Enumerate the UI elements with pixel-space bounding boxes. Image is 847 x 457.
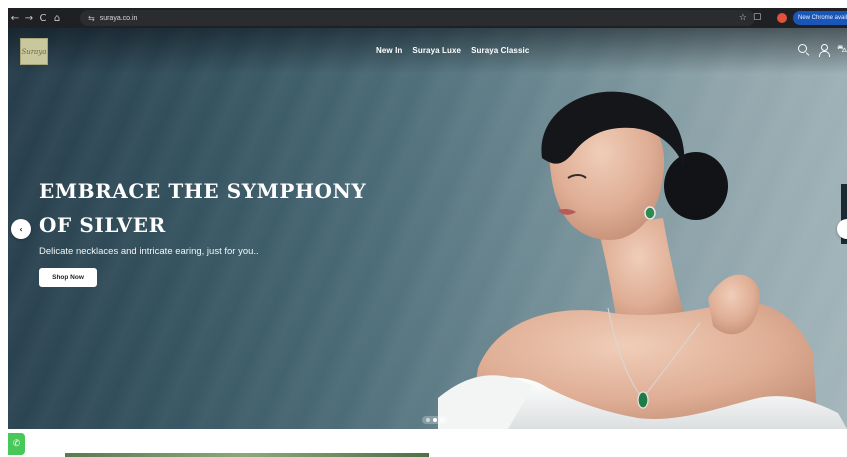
hero-carousel: Suraya New In Suraya Luxe Suraya Classic… bbox=[8, 28, 847, 429]
logo-text: Suraya bbox=[21, 47, 47, 56]
next-section-image bbox=[65, 453, 429, 457]
nav-link-suraya-classic[interactable]: Suraya Classic bbox=[471, 46, 529, 55]
hero-title: Embrace the Symphony of Silver bbox=[39, 179, 367, 237]
carousel-prev-button[interactable]: ‹ bbox=[11, 219, 31, 239]
whatsapp-chat-button[interactable]: ✆ bbox=[8, 433, 25, 455]
profile-avatar[interactable] bbox=[777, 13, 787, 23]
back-icon[interactable]: ← bbox=[8, 13, 22, 24]
carousel-dots bbox=[422, 416, 448, 424]
carousel-dot[interactable] bbox=[440, 418, 444, 422]
whatsapp-icon: ✆ bbox=[12, 439, 21, 449]
browser-toolbar: ← → C ⌂ ⇆ suraya.co.in ☆ ▢ New Chrome av… bbox=[8, 8, 847, 28]
nav-link-suraya-luxe[interactable]: Suraya Luxe bbox=[412, 46, 461, 55]
bookmark-star-icon[interactable]: ☆ bbox=[739, 13, 747, 23]
carousel-dot[interactable] bbox=[426, 418, 430, 422]
forward-icon[interactable]: → bbox=[22, 13, 36, 24]
home-icon[interactable]: ⌂ bbox=[50, 13, 64, 24]
address-bar[interactable]: ⇆ suraya.co.in ☆ bbox=[80, 10, 755, 26]
chrome-update-button[interactable]: New Chrome available bbox=[793, 11, 847, 25]
search-icon[interactable] bbox=[798, 44, 810, 56]
reload-icon[interactable]: C bbox=[36, 13, 50, 24]
account-icon[interactable] bbox=[818, 44, 830, 57]
site-logo[interactable]: Suraya bbox=[20, 38, 48, 65]
hero-model-image bbox=[438, 91, 847, 429]
chevron-left-icon: ‹ bbox=[19, 224, 23, 234]
cart-icon[interactable]: ⛍ bbox=[837, 44, 847, 56]
main-navigation: New In Suraya Luxe Suraya Classic bbox=[376, 46, 529, 55]
shop-now-button[interactable]: Shop Now bbox=[39, 268, 97, 287]
site-settings-icon[interactable]: ⇆ bbox=[88, 14, 95, 23]
hero-subtitle: Delicate necklaces and intricate earing,… bbox=[39, 246, 259, 257]
nav-link-new-in[interactable]: New In bbox=[376, 46, 402, 55]
url-text[interactable]: suraya.co.in bbox=[100, 15, 138, 22]
extensions-icon[interactable]: ▢ bbox=[753, 12, 762, 22]
carousel-dot-active[interactable] bbox=[433, 418, 437, 422]
